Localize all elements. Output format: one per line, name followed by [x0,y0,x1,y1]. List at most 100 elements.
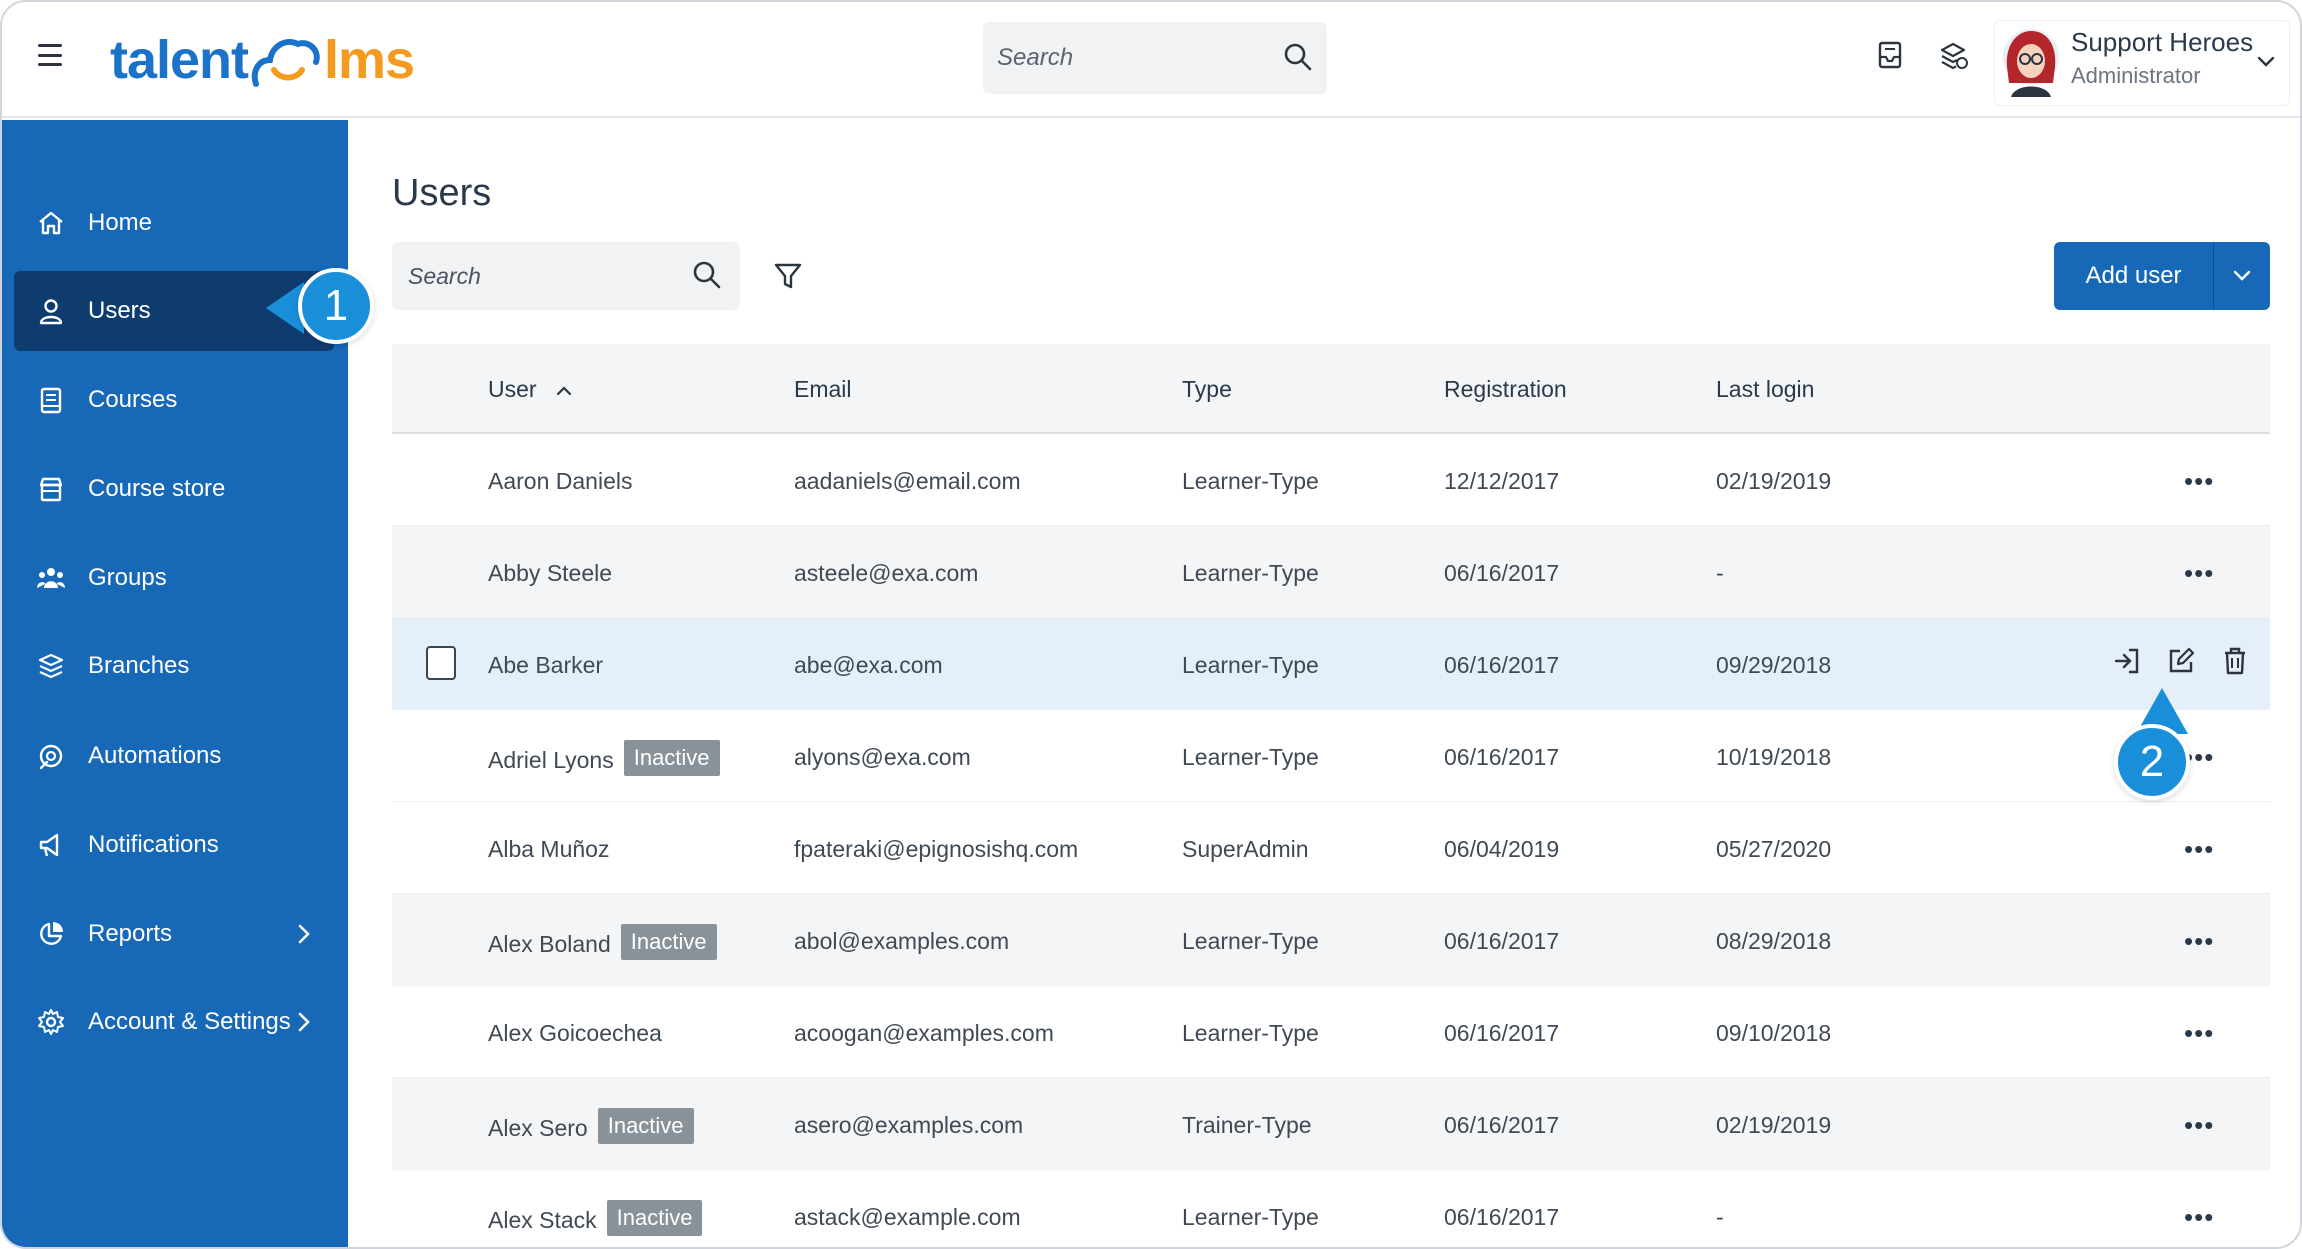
table-row[interactable]: Abby Steele asteele@exa.com Learner-Type… [392,526,2270,618]
email-cell: alyons@exa.com [794,744,971,770]
more-options-icon[interactable]: ••• [2184,466,2214,497]
user-cell[interactable]: Alex Boland Inactive [488,924,717,964]
table-row[interactable]: Alex Goicoechea acoogan@examples.com Lea… [392,986,2270,1078]
sort-ascending-icon[interactable] [555,383,573,397]
last-login-cell: 08/29/2018 [1716,928,1832,954]
user-cell[interactable]: Abby Steele [488,560,612,587]
user-cell[interactable]: Alba Muñoz [488,836,609,863]
last-login-cell: 02/19/2019 [1716,1112,1832,1138]
more-options-icon[interactable]: ••• [2184,1110,2214,1141]
table-row[interactable]: Alex Boland Inactive abol@examples.com Le… [392,894,2270,986]
type-cell: Learner-Type [1182,744,1319,770]
avatar [2003,29,2059,97]
filter-icon[interactable] [772,260,804,292]
user-name: Adriel Lyons [488,747,614,774]
user-name: Alex Boland [488,931,611,958]
megaphone-icon [36,830,66,860]
sidebar-item-account-settings[interactable]: Account & Settings [14,982,334,1062]
sidebar-item-label: Users [88,297,151,324]
talentlms-logo[interactable]: talent lms [110,24,415,96]
branch-switch-icon[interactable] [1936,38,1972,74]
sidebar-item-course-store[interactable]: Course store [14,449,334,529]
user-cell[interactable]: Adriel Lyons Inactive [488,740,720,780]
sidebar-item-label: Course store [88,475,226,502]
more-options-icon[interactable]: ••• [2184,1202,2214,1233]
registration-cell: 06/16/2017 [1444,1020,1560,1046]
edit-icon[interactable] [2166,646,2196,676]
hamburger-menu-icon[interactable] [38,44,62,66]
add-user-dropdown-button[interactable] [2214,242,2270,310]
email-cell: fpateraki@epignosishq.com [794,836,1079,862]
user-cell[interactable]: Abe Barker [488,652,603,679]
sidebar-item-automations[interactable]: Automations [14,716,334,796]
user-cell[interactable]: Alex Stack Inactive [488,1200,703,1240]
last-login-cell: 05/27/2020 [1716,836,1832,862]
users-search-input[interactable] [408,242,668,310]
registration-cell: 12/12/2017 [1444,468,1560,494]
user-profile-menu[interactable]: Support Heroes Administrator [1994,20,2290,106]
user-cell[interactable]: Aaron Daniels [488,468,632,495]
callout-2-badge: 2 [2114,724,2190,800]
more-options-icon[interactable]: ••• [2184,1018,2214,1049]
type-cell: Learner-Type [1182,468,1319,494]
user-cell[interactable]: Alex Goicoechea [488,1020,662,1047]
search-icon[interactable] [692,260,722,290]
registration-cell: 06/16/2017 [1444,744,1560,770]
login-as-user-icon[interactable] [2112,646,2142,676]
chevron-right-icon [298,1012,310,1032]
inactive-badge: Inactive [620,924,717,960]
more-options-icon[interactable]: ••• [2184,926,2214,957]
column-header-type[interactable]: Type [1182,376,1232,403]
type-cell: Learner-Type [1182,560,1319,586]
table-row[interactable]: Alex Sero Inactive asero@examples.com Tra… [392,1078,2270,1170]
column-header-registration[interactable]: Registration [1444,376,1567,403]
table-row[interactable]: Aaron Daniels aadaniels@email.com Learne… [392,434,2270,526]
sidebar-item-home[interactable]: Home [14,183,334,263]
sidebar-item-groups[interactable]: Groups [14,538,334,618]
pie-chart-icon [36,919,66,949]
chevron-down-icon[interactable] [2255,51,2277,73]
registration-cell: 06/16/2017 [1444,652,1560,678]
sidebar-item-courses[interactable]: Courses [14,360,334,440]
table-row[interactable]: Alex Stack Inactive astack@example.com Le… [392,1170,2270,1247]
registration-cell: 06/16/2017 [1444,1204,1560,1230]
sidebar-item-branches[interactable]: Branches [14,626,334,706]
table-row[interactable]: Alba Muñoz fpateraki@epignosishq.com Sup… [392,802,2270,894]
delete-icon[interactable] [2220,646,2250,676]
global-search-input[interactable] [997,22,1257,94]
sidebar-item-label: Account & Settings [88,1008,291,1035]
column-header-last-login[interactable]: Last login [1716,376,1814,403]
messages-icon[interactable] [1872,38,1908,74]
registration-cell: 06/16/2017 [1444,1112,1560,1138]
table-row[interactable]: Abe Barker abe@exa.com Learner-Type 06/1… [392,618,2270,710]
row-checkbox[interactable] [426,646,456,680]
profile-role: Administrator [2071,63,2201,88]
column-header-email[interactable]: Email [794,376,852,403]
layers-icon [36,651,66,681]
user-name: Alex Stack [488,1207,597,1234]
sidebar-item-label: Notifications [88,831,219,858]
type-cell: Learner-Type [1182,1020,1319,1046]
inactive-badge: Inactive [606,1200,703,1236]
user-name: Alba Muñoz [488,836,610,862]
search-icon[interactable] [1283,42,1313,72]
type-cell: Trainer-Type [1182,1112,1312,1138]
users-search [392,242,740,310]
user-icon [36,296,66,326]
user-cell[interactable]: Alex Sero Inactive [488,1108,694,1148]
add-user-button[interactable]: Add user [2054,242,2214,310]
more-options-icon[interactable]: ••• [2184,558,2214,589]
user-name: Aaron Daniels [488,468,633,494]
home-icon [36,208,66,238]
users-table: User Email Type Registration Last login … [392,344,2270,1247]
email-cell: astack@example.com [794,1204,1021,1230]
more-options-icon[interactable]: ••• [2184,834,2214,865]
inactive-badge: Inactive [623,740,720,776]
table-row[interactable]: Adriel Lyons Inactive alyons@exa.com Lear… [392,710,2270,802]
sidebar-item-notifications[interactable]: Notifications [14,805,334,885]
email-cell: acoogan@examples.com [794,1020,1054,1046]
sidebar-item-reports[interactable]: Reports [14,894,334,974]
inactive-badge: Inactive [597,1108,694,1144]
sidebar-item-label: Reports [88,920,173,947]
column-header-user[interactable]: User [488,376,573,403]
